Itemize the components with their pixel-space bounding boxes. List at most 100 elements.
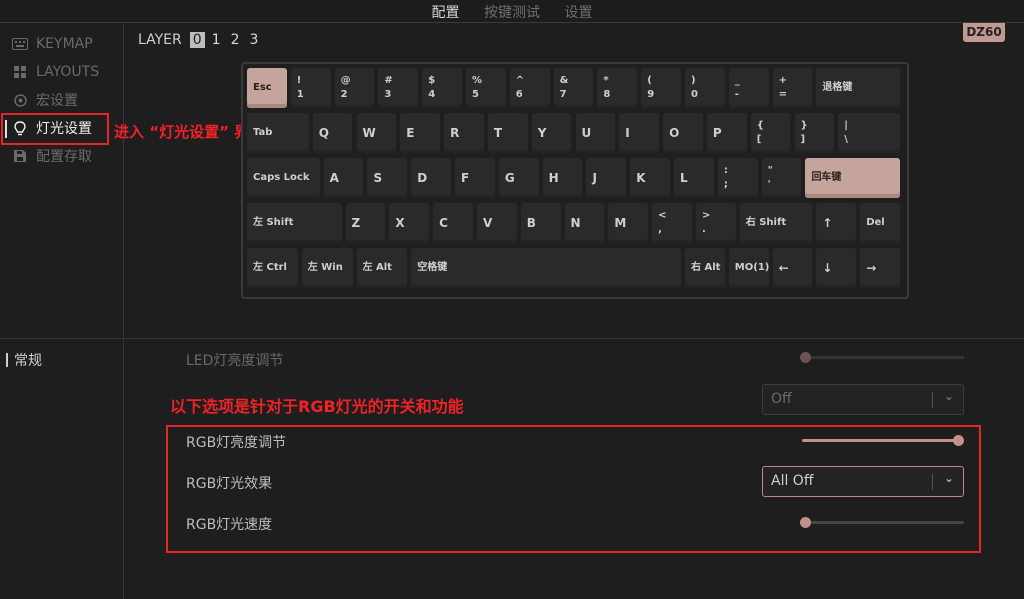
key-3-1[interactable]: Z	[345, 203, 386, 243]
key-0-4[interactable]: $ 4	[422, 68, 462, 108]
key-label: ) 0	[691, 75, 698, 100]
slider-thumb[interactable]	[800, 352, 811, 363]
key-0-3[interactable]: # 3	[378, 68, 419, 108]
sidebar-item-save-load[interactable]: 配置存取	[12, 145, 92, 167]
section-label: 常规	[14, 353, 42, 369]
key-3-6[interactable]: N	[564, 203, 605, 243]
key-0-9[interactable]: ( 9	[641, 68, 681, 108]
key-4-1[interactable]: 左 Win	[301, 248, 353, 288]
key-4-0[interactable]: 左 Ctrl	[247, 248, 298, 288]
key-1-9[interactable]: O	[663, 113, 703, 153]
key-label: 左 Ctrl	[253, 261, 287, 273]
key-2-8[interactable]: K	[630, 158, 671, 198]
key-1-4[interactable]: R	[444, 113, 484, 153]
key-3-0[interactable]: 左 Shift	[247, 203, 342, 243]
key-4-4[interactable]: 右 Alt	[685, 248, 725, 288]
key-0-7[interactable]: & 7	[553, 68, 594, 108]
key-0-10[interactable]: ) 0	[685, 68, 725, 108]
key-2-7[interactable]: J	[586, 158, 627, 198]
key-0-5[interactable]: % 5	[466, 68, 506, 108]
tab-settings[interactable]: 设置	[564, 2, 592, 22]
key-3-5[interactable]: B	[520, 203, 561, 243]
select-separator	[932, 392, 933, 408]
key-3-3[interactable]: C	[433, 203, 473, 243]
rgb-brightness-slider[interactable]	[802, 435, 964, 446]
key-label: E	[406, 125, 415, 140]
key-0-0[interactable]: Esc	[247, 68, 287, 108]
key-label: " '	[767, 165, 773, 190]
key-3-2[interactable]: X	[389, 203, 430, 243]
key-2-6[interactable]: H	[542, 158, 583, 198]
key-4-6[interactable]: ←	[772, 248, 813, 288]
keyboard-icon	[12, 37, 28, 51]
key-1-2[interactable]: W	[356, 113, 397, 153]
key-label: @ 2	[340, 75, 351, 100]
key-4-5[interactable]: MO(1)	[728, 248, 769, 288]
key-4-8[interactable]: →	[860, 248, 900, 288]
key-2-9[interactable]: L	[674, 158, 714, 198]
layouts-icon	[12, 65, 28, 79]
key-2-3[interactable]: D	[411, 158, 452, 198]
key-label: ↓	[822, 260, 833, 275]
key-label: Y	[537, 125, 547, 140]
key-2-5[interactable]: G	[498, 158, 539, 198]
tab-key-test[interactable]: 按键测试	[484, 2, 540, 22]
key-1-11[interactable]: { [	[750, 113, 791, 153]
key-1-12[interactable]: } ]	[794, 113, 835, 153]
key-3-7[interactable]: M	[608, 203, 649, 243]
key-label: B	[526, 215, 536, 230]
key-3-8[interactable]: < ,	[652, 203, 692, 243]
key-3-12[interactable]: Del	[860, 203, 900, 243]
sidebar-item-layouts[interactable]: LAYOUTS	[12, 61, 99, 83]
key-label: 左 Alt	[362, 261, 392, 273]
key-1-13[interactable]: | \	[838, 113, 900, 153]
key-1-7[interactable]: U	[575, 113, 616, 153]
key-label: % 5	[472, 75, 483, 100]
layer-3[interactable]: 3	[247, 32, 262, 48]
slider-thumb[interactable]	[800, 517, 811, 528]
key-3-11[interactable]: ↑	[816, 203, 857, 243]
led-effect-select[interactable]: Off ⌄	[762, 384, 964, 415]
key-2-4[interactable]: F	[455, 158, 495, 198]
key-1-10[interactable]: P	[706, 113, 747, 153]
key-label: X	[395, 215, 405, 230]
rgb-speed-slider[interactable]	[800, 517, 964, 528]
key-1-8[interactable]: I	[619, 113, 660, 153]
key-1-5[interactable]: T	[487, 113, 528, 153]
key-4-3[interactable]: 空格键	[411, 248, 681, 288]
slider-thumb[interactable]	[953, 435, 964, 446]
key-0-8[interactable]: * 8	[597, 68, 638, 108]
led-brightness-slider[interactable]	[800, 352, 964, 363]
key-2-1[interactable]: A	[323, 158, 364, 198]
key-2-0[interactable]: Caps Lock	[247, 158, 320, 198]
key-1-6[interactable]: Y	[531, 113, 572, 153]
key-3-9[interactable]: > .	[695, 203, 736, 243]
key-1-0[interactable]: Tab	[247, 113, 309, 153]
key-3-4[interactable]: V	[476, 203, 517, 243]
key-0-12[interactable]: + =	[772, 68, 813, 108]
key-1-3[interactable]: E	[400, 113, 441, 153]
key-0-13[interactable]: 退格键	[816, 68, 900, 108]
layer-0[interactable]: 0	[189, 32, 205, 48]
key-3-10[interactable]: 右 Shift	[739, 203, 813, 243]
key-label: $ 4	[428, 75, 436, 100]
key-4-2[interactable]: 左 Alt	[356, 248, 408, 288]
key-0-11[interactable]: _ -	[728, 68, 769, 108]
layer-2[interactable]: 2	[228, 32, 243, 48]
key-0-1[interactable]: ! 1	[290, 68, 331, 108]
key-2-10[interactable]: : ;	[717, 158, 758, 198]
key-2-2[interactable]: S	[367, 158, 408, 198]
sidebar-item-macros[interactable]: 宏设置	[12, 89, 78, 111]
sidebar-item-keymap[interactable]: KEYMAP	[12, 33, 93, 55]
key-2-12[interactable]: 回车键	[805, 158, 900, 198]
key-0-2[interactable]: @ 2	[334, 68, 375, 108]
section-general[interactable]: 常规	[6, 350, 42, 370]
key-0-6[interactable]: ^ 6	[509, 68, 550, 108]
key-2-11[interactable]: " '	[761, 158, 802, 198]
tab-config[interactable]: 配置	[432, 2, 460, 22]
key-1-1[interactable]: Q	[312, 113, 353, 153]
key-4-7[interactable]: ↓	[816, 248, 857, 288]
rgb-effect-select[interactable]: All Off ⌄	[762, 466, 964, 497]
key-label: _ -	[734, 75, 740, 100]
layer-1[interactable]: 1	[209, 32, 224, 48]
